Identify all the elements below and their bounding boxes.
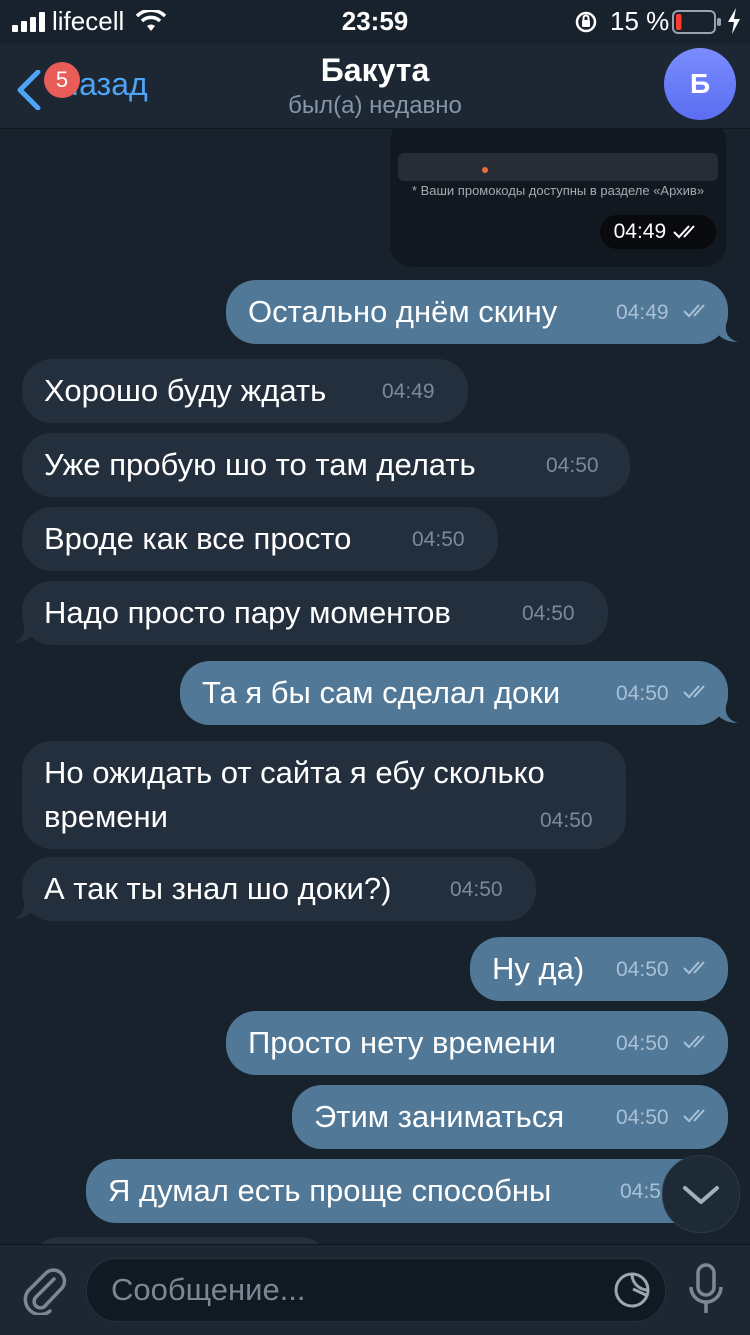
- message-bubble-incoming[interactable]: Вроде как все просто 04:50: [22, 507, 498, 571]
- read-ticks-icon: [673, 225, 695, 239]
- message-time: 04:50: [522, 602, 575, 625]
- message-bubble-incoming-partial: [30, 1237, 330, 1244]
- bubble-tail: [12, 901, 38, 919]
- message-text: Уже пробую шо то там делать: [44, 447, 476, 482]
- bubble-tail: [712, 705, 738, 723]
- paperclip-icon[interactable]: [20, 1265, 68, 1315]
- photo-time: 04:49: [599, 215, 716, 249]
- battery-icon: [672, 10, 721, 34]
- message-bubble-incoming[interactable]: Но ожидать от сайта я ебу сколько времен…: [22, 741, 626, 849]
- message-bubble-incoming[interactable]: А так ты знал шо доки?) 04:50: [22, 857, 536, 921]
- message-time: 04:50: [450, 878, 503, 901]
- message-time: 04:50: [616, 958, 669, 981]
- message-time: 04:50: [616, 1106, 669, 1129]
- message-list[interactable]: * Ваши промокоды доступны в разделе «Арх…: [0, 129, 750, 1244]
- message-bubble-outgoing[interactable]: Этим заниматься 04:50: [292, 1085, 728, 1149]
- composer: Сообщение...: [0, 1244, 750, 1335]
- message-text: А так ты знал шо доки?): [44, 871, 392, 906]
- message-time: 04:50: [546, 454, 599, 477]
- message-text: Я думал есть проще способны: [108, 1173, 552, 1208]
- message-text-line2: времени: [44, 799, 168, 834]
- status-bar: lifecell 23:59 15 %: [0, 0, 750, 44]
- message-time: 04:50: [540, 809, 593, 832]
- message-input[interactable]: Сообщение...: [86, 1258, 666, 1322]
- message-text: Ну да): [492, 951, 585, 986]
- chevron-down-icon: [683, 1186, 719, 1204]
- photo-content-dot: [482, 167, 488, 173]
- message-text: Вроде как все просто: [44, 521, 352, 556]
- message-input-placeholder: Сообщение...: [111, 1272, 306, 1307]
- message-text: Остально днём скину: [248, 294, 558, 329]
- chat-title[interactable]: Бакута: [0, 52, 750, 89]
- read-ticks-icon: [683, 685, 705, 699]
- message-bubble-incoming[interactable]: Уже пробую шо то там делать 04:50: [22, 433, 630, 497]
- chat-header: Назад 5 Бакута был(а) недавно Б: [0, 44, 750, 129]
- message-bubble-outgoing[interactable]: Я думал есть проще способны 04:5: [86, 1159, 728, 1223]
- message-text-line1: Но ожидать от сайта я ебу сколько: [44, 755, 545, 790]
- message-bubble-incoming[interactable]: Надо просто пару моментов 04:50: [22, 581, 608, 645]
- avatar[interactable]: Б: [664, 48, 736, 120]
- message-text: Та я бы сам сделал доки: [202, 675, 561, 710]
- message-text: Этим заниматься: [314, 1099, 565, 1134]
- read-ticks-icon: [683, 961, 705, 975]
- message-time: 04:49: [613, 220, 667, 243]
- message-time: 04:5: [620, 1180, 661, 1203]
- message-time: 04:49: [616, 301, 669, 324]
- photo-message[interactable]: * Ваши промокоды доступны в разделе «Арх…: [390, 129, 726, 267]
- sticker-icon[interactable]: [613, 1271, 651, 1309]
- charging-bolt-icon: [728, 8, 740, 34]
- rotation-lock-icon: [575, 11, 597, 33]
- message-text: Хорошо буду ждать: [44, 373, 327, 408]
- read-ticks-icon: [683, 304, 705, 318]
- read-ticks-icon: [683, 1109, 705, 1123]
- message-bubble-incoming[interactable]: Хорошо буду ждать 04:49: [22, 359, 468, 423]
- message-text: Просто нету времени: [248, 1025, 556, 1060]
- bubble-tail: [712, 324, 738, 342]
- message-text: Надо просто пару моментов: [44, 595, 451, 630]
- message-bubble-outgoing[interactable]: Ну да) 04:50: [470, 937, 728, 1001]
- read-ticks-icon: [683, 1035, 705, 1049]
- message-time: 04:49: [382, 380, 435, 403]
- photo-content-card: [398, 153, 718, 181]
- message-bubble-outgoing[interactable]: Та я бы сам сделал доки 04:50: [180, 661, 728, 725]
- battery-percent: 15 %: [610, 6, 670, 36]
- photo-caption: * Ваши промокоды доступны в разделе «Арх…: [411, 183, 705, 198]
- message-time: 04:50: [412, 528, 465, 551]
- message-bubble-outgoing[interactable]: Остально днём скину 04:49: [226, 280, 728, 344]
- bubble-tail: [12, 625, 38, 643]
- message-bubble-outgoing[interactable]: Просто нету времени 04:50: [226, 1011, 728, 1075]
- chat-status: был(а) недавно: [288, 92, 462, 119]
- message-time: 04:50: [616, 682, 669, 705]
- microphone-icon[interactable]: [688, 1263, 724, 1317]
- scroll-to-bottom-button[interactable]: [662, 1155, 740, 1233]
- message-time: 04:50: [616, 1032, 669, 1055]
